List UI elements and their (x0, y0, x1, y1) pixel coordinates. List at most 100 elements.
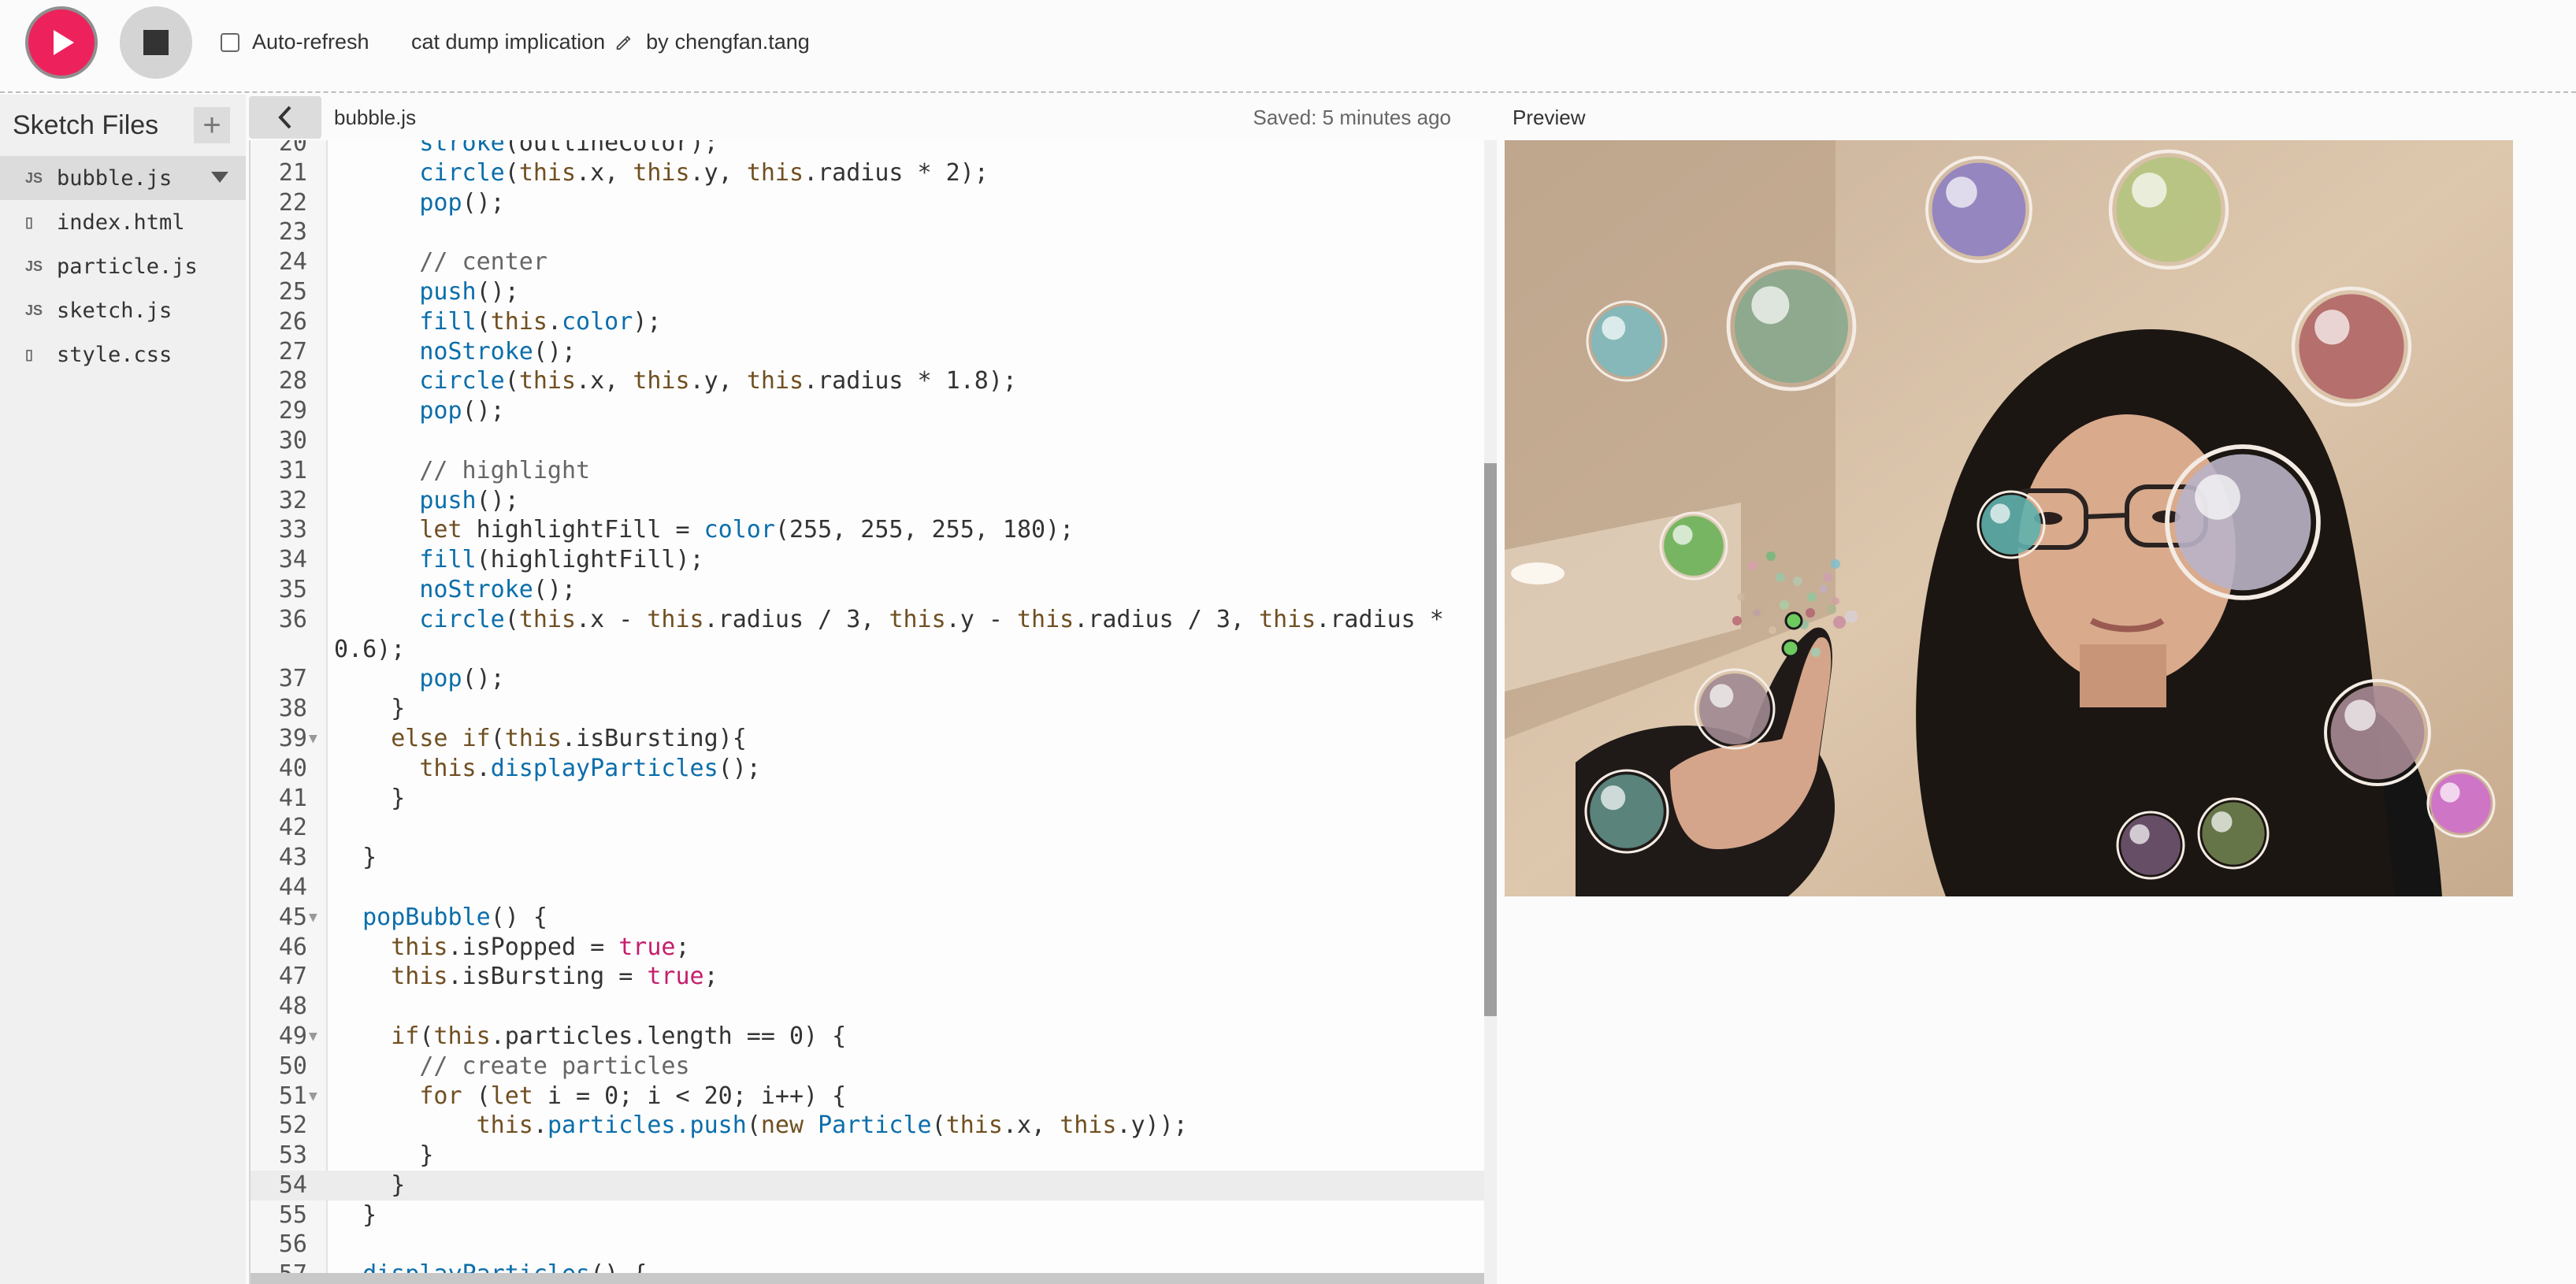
bubble-red[interactable] (2291, 286, 2412, 407)
line-number: 22 (278, 188, 307, 217)
toolbar: Auto-refresh cat dump implication by che… (0, 0, 2576, 93)
file-item-sketch-js[interactable]: JS sketch.js (0, 288, 246, 332)
code-editor[interactable]: 20 stroke(outlineColor); 21 circle(this.x… (249, 140, 1497, 1284)
line-number: 46 (278, 933, 307, 961)
code-line[interactable]: 31 // highlight (251, 456, 1484, 486)
code-line[interactable]: 39 ▼ else if(this.isBursting){ (251, 724, 1484, 754)
fold-arrow-icon[interactable]: ▼ (309, 903, 317, 933)
code-line[interactable]: 43 } (251, 843, 1484, 873)
code-text: this.isPopped = true; (391, 933, 690, 961)
line-number: 23 (278, 218, 307, 247)
code-line[interactable]: 42 (251, 813, 1484, 843)
code-line[interactable]: 40 this.displayParticles(); (251, 754, 1484, 784)
bubble-plum[interactable] (2116, 811, 2185, 880)
code-line[interactable]: 33 let highlightFill = color(255, 255, 2… (251, 515, 1484, 545)
code-line[interactable]: 28 circle(this.x, this.y, this.radius * … (251, 366, 1484, 396)
bubble-dark-teal[interactable] (1584, 769, 1669, 854)
sketch-preview-canvas[interactable] (1505, 140, 2513, 896)
auto-refresh-toggle[interactable]: Auto-refresh (221, 30, 369, 54)
code-line[interactable]: 46 this.isPopped = true; (251, 933, 1484, 963)
code-text: } (334, 695, 406, 723)
project-info: cat dump implication by chengfan.tang (411, 30, 810, 54)
bubble-aqua[interactable] (1977, 490, 2046, 559)
bubble-teal[interactable] (1586, 300, 1668, 382)
line-number: 38 (278, 695, 307, 723)
pencil-icon[interactable] (614, 34, 632, 51)
horizontal-scrollbar[interactable] (251, 1273, 1484, 1284)
code-line[interactable]: 48 (251, 992, 1484, 1022)
line-number: 25 (278, 277, 307, 306)
code-line[interactable]: 45 ▼ popBubble() { (251, 903, 1484, 933)
line-number: 54 (278, 1171, 307, 1199)
code-line[interactable]: 52 this.particles.push(new Particle(this… (251, 1111, 1484, 1141)
author-link[interactable]: chengfan.tang (675, 30, 810, 54)
line-number: 39 (278, 724, 307, 752)
code-line[interactable]: 50 // create particles (251, 1052, 1484, 1082)
file-item-bubble-js[interactable]: JS bubble.js (0, 156, 246, 200)
code-line[interactable]: 51 ▼ for (let i = 0; i < 20; i++) { (251, 1082, 1484, 1111)
code-line[interactable]: 49 ▼ if(this.particles.length == 0) { (251, 1022, 1484, 1052)
bubble-green[interactable] (1659, 511, 1728, 581)
code-line[interactable]: 32 push(); (251, 486, 1484, 516)
vertical-scrollbar-thumb[interactable] (1484, 463, 1497, 1016)
collapse-sidebar-button[interactable] (249, 96, 321, 139)
file-item-index-html[interactable]: ▯ index.html (0, 200, 246, 244)
code-line[interactable]: 21 circle(this.x, this.y, this.radius * … (251, 158, 1484, 188)
webcam-scene[interactable] (1505, 140, 2513, 896)
line-number: 26 (278, 307, 307, 336)
code-line[interactable]: 29 pop(); (251, 396, 1484, 426)
code-line[interactable]: 23 (251, 217, 1484, 247)
code-line[interactable]: 22 pop(); (251, 188, 1484, 218)
bubble-dusty-pink[interactable] (2324, 679, 2431, 786)
line-number: 37 (278, 665, 307, 693)
code-line[interactable]: 37 pop(); (251, 664, 1484, 694)
auto-refresh-label: Auto-refresh (252, 30, 369, 54)
code-line[interactable]: 55 } (251, 1201, 1484, 1230)
bubble-lavender[interactable] (2165, 444, 2321, 600)
code-line[interactable]: 27 noStroke(); (251, 337, 1484, 367)
bubble-light-green[interactable] (2108, 149, 2229, 270)
code-line[interactable]: 34 fill(highlightFill); (251, 545, 1484, 575)
code-line[interactable]: 36 circle(this.x - this.radius / 3, this… (251, 605, 1484, 635)
code-line[interactable]: 47 this.isBursting = true; (251, 962, 1484, 992)
code-text: fill(highlightFill); (419, 546, 704, 574)
code-line[interactable]: 53 } (251, 1141, 1484, 1171)
code-line[interactable]: 54 } (251, 1170, 1484, 1201)
code-lines[interactable]: 20 stroke(outlineColor); 21 circle(this.x… (251, 140, 1484, 1284)
fingertip-marker (1781, 639, 1800, 658)
file-item-particle-js[interactable]: JS particle.js (0, 244, 246, 288)
line-number: 42 (278, 814, 307, 842)
bubble-olive[interactable] (2197, 797, 2270, 870)
project-name[interactable]: cat dump implication (411, 30, 605, 54)
code-line[interactable]: 20 stroke(outlineColor); (251, 140, 1484, 158)
add-file-button[interactable]: + (194, 107, 230, 143)
bubble-sage[interactable] (1726, 261, 1857, 392)
bubble-mauve[interactable] (1694, 668, 1776, 750)
code-line[interactable]: 25 push(); (251, 277, 1484, 307)
stop-button[interactable] (120, 6, 192, 79)
fold-arrow-icon[interactable]: ▼ (309, 724, 317, 754)
code-text: fill(this.color); (419, 307, 662, 336)
code-line[interactable]: 35 noStroke(); (251, 575, 1484, 605)
code-text: if(this.particles.length == 0) { (391, 1022, 847, 1050)
bubble-body (1591, 306, 1662, 377)
line-number: 53 (278, 1141, 307, 1170)
code-line[interactable]: 0.6); (251, 635, 1484, 665)
bubble-magenta[interactable] (2426, 769, 2496, 838)
code-text: else if(this.isBursting){ (391, 724, 747, 752)
file-options-caret-icon[interactable] (211, 172, 228, 183)
file-item-style-css[interactable]: ▯ style.css (0, 332, 246, 377)
code-line[interactable]: 44 (251, 873, 1484, 903)
fold-arrow-icon[interactable]: ▼ (309, 1082, 317, 1111)
line-number: 21 (278, 158, 307, 187)
code-line[interactable]: 30 (251, 426, 1484, 456)
code-line[interactable]: 38 } (251, 694, 1484, 724)
code-line[interactable]: 24 // center (251, 247, 1484, 277)
code-line[interactable]: 56 (251, 1230, 1484, 1260)
auto-refresh-checkbox[interactable] (221, 32, 239, 52)
play-button[interactable] (25, 6, 98, 79)
code-line[interactable]: 26 fill(this.color); (251, 307, 1484, 337)
code-line[interactable]: 41 } (251, 784, 1484, 814)
bubble-purple[interactable] (1925, 156, 2032, 263)
fold-arrow-icon[interactable]: ▼ (309, 1022, 317, 1052)
